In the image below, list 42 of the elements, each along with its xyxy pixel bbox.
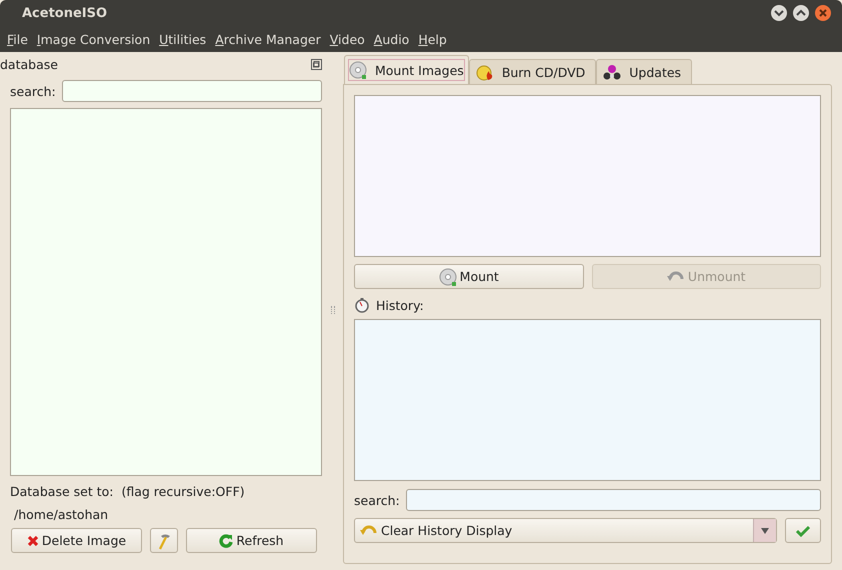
menu-item[interactable]: Audio	[368, 32, 414, 46]
database-label: Database set to:	[10, 484, 114, 499]
refresh-icon	[219, 534, 234, 548]
panel-title: database	[0, 56, 58, 72]
refresh-button[interactable]: Refresh	[186, 528, 317, 553]
close-icon[interactable]	[814, 4, 832, 22]
dropdown-arrow-icon	[761, 528, 769, 534]
molecule-icon	[603, 64, 622, 80]
hammer-icon	[156, 532, 172, 550]
search-label: search:	[10, 84, 56, 98]
undo-icon	[360, 524, 378, 538]
flame-disc-icon	[476, 63, 494, 81]
history-label: History:	[376, 298, 424, 312]
apply-button[interactable]	[785, 518, 821, 543]
delete-icon	[26, 534, 39, 546]
search-label: search:	[354, 492, 400, 508]
menu-item[interactable]: Archive Manager	[210, 32, 325, 46]
tab[interactable]: Updates	[596, 59, 692, 84]
menu-item[interactable]: Utilities	[154, 32, 210, 46]
history-action-dropdown[interactable]: Clear History Display	[354, 518, 777, 543]
menu-item[interactable]: File	[2, 32, 32, 46]
recursive-flag-label: (flag recursive:OFF)	[121, 484, 245, 499]
tab[interactable]: Burn CD/DVD	[468, 59, 596, 84]
mount-button[interactable]: Mount	[354, 264, 584, 289]
menu-item[interactable]: Video	[324, 32, 369, 46]
undo-icon	[666, 270, 685, 284]
history-search-field[interactable]	[406, 489, 821, 511]
check-icon	[796, 524, 810, 536]
disc-icon	[349, 61, 367, 79]
tab[interactable]: Mount Images	[344, 55, 469, 84]
tool-button[interactable]	[150, 528, 178, 553]
maximize-icon[interactable]	[792, 4, 810, 22]
disc-icon	[438, 268, 457, 286]
menu-item[interactable]: Help	[413, 32, 451, 46]
search-field[interactable]	[62, 80, 322, 102]
float-icon[interactable]	[311, 58, 322, 70]
window-title: AcetoneISO	[22, 6, 108, 20]
delete-button[interactable]: Delete Image	[11, 528, 142, 553]
stopwatch-icon	[354, 297, 370, 313]
menu-item[interactable]: Image Conversion	[32, 32, 154, 46]
database-path: /home/astohan	[14, 507, 110, 522]
minimize-icon[interactable]	[770, 4, 788, 22]
